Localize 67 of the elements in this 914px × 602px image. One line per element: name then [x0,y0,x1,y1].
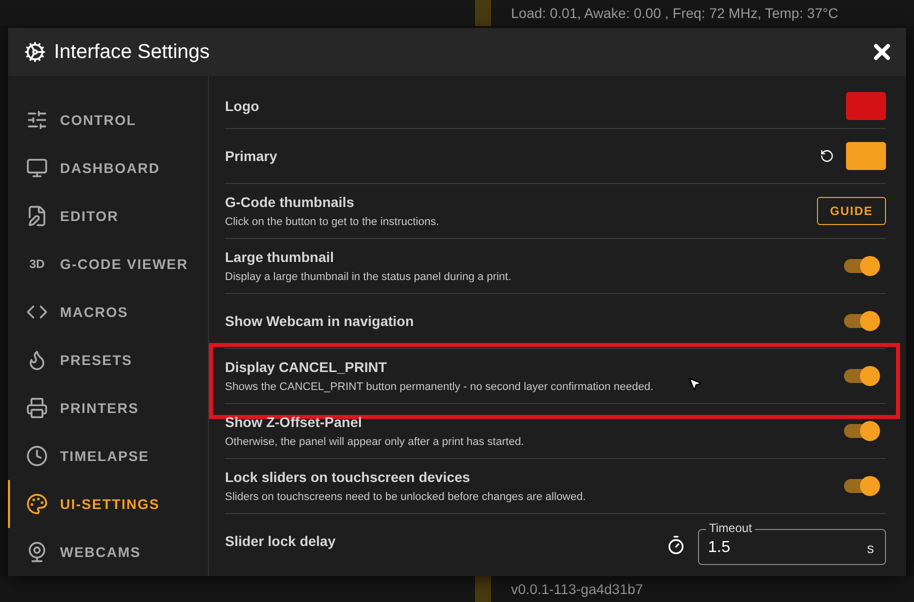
nav-icon [26,445,48,467]
toggle-switch[interactable] [844,424,880,438]
sidebar-item[interactable]: PRINTERS [8,384,208,432]
toggle-thumb[interactable] [860,256,880,276]
setting-title: Logo [225,98,260,114]
dialog-title: Interface Settings [54,40,211,64]
sidebar-label: WEBCAMS [60,544,141,560]
sidebar-item[interactable]: 3D G-CODE VIEWER [8,240,208,288]
sidebar-label: EDITOR [60,208,119,224]
sidebar-item[interactable]: DASHBOARD [8,144,208,192]
setting-title: Slider lock delay [225,533,336,549]
3d-icon: 3D [26,257,48,271]
toggle-switch[interactable] [844,259,880,273]
status-block [475,0,491,26]
sidebar-item[interactable]: EDITOR [8,192,208,240]
nav-icon [26,205,48,227]
status-text: Load: 0.01, Awake: 0.00 , Freq: 72 MHz, Temp: 37°C [511,5,838,21]
setting-description: Sliders on touchscreens need to be unlocked before changes are allowed. [225,491,586,503]
nav-icon [26,493,48,515]
setting-description: Display a large thumbnail in the status panel during a print. [225,271,512,283]
nav-icon [26,109,48,131]
status-block [475,576,491,602]
sidebar-label: G-CODE VIEWER [60,256,188,272]
sidebar-label: PRINTERS [60,400,139,416]
setting-description: Shows the CANCEL_PRINT button permanently - no second layer confirmation needed. [225,381,654,393]
field-label: Timeout [706,521,755,535]
reset-icon[interactable] [820,149,834,163]
field-suffix: s [867,540,874,556]
sidebar-label: CONTROL [60,112,136,128]
setting-title: Show Z-Offset-Panel [225,414,362,430]
sidebar-item[interactable]: WEBCAMS [8,528,208,576]
timer-icon [666,535,686,555]
toggle-switch[interactable] [844,314,880,328]
guide-button[interactable]: GUIDE [816,197,886,225]
sidebar-label: TIMELAPSE [60,448,150,464]
sidebar-label: DASHBOARD [60,160,160,176]
sidebar-item[interactable]: UI-SETTINGS [8,480,208,528]
setting-title: Display CANCEL_PRINT [225,359,387,375]
nav-icon [26,397,48,419]
toggle-thumb[interactable] [860,476,880,496]
sidebar-item[interactable]: TIMELAPSE [8,432,208,480]
nav-icon [26,157,48,179]
sidebar-label: UI-SETTINGS [60,496,160,512]
color-swatch[interactable] [846,92,886,120]
toggle-thumb[interactable] [860,311,880,331]
sidebar-item[interactable]: MACROS [8,288,208,336]
setting-title: G-Code thumbnails [225,194,354,210]
setting-title: Primary [225,148,278,164]
setting-description: Otherwise, the panel will appear only after a print has started. [225,436,524,448]
timeout-field[interactable]: Timeout 1.5 s [698,521,886,565]
version-text: v0.0.1-113-ga4d31b7 [511,581,644,597]
toggle-thumb[interactable] [860,421,880,441]
sidebar-label: MACROS [60,304,128,320]
setting-description: Click on the button to get to the instructions. [225,216,440,228]
toggle-thumb[interactable] [860,366,880,386]
toggle-switch[interactable] [844,479,880,493]
setting-title: Large thumbnail [225,249,334,265]
toggle-switch[interactable] [844,369,880,383]
sidebar-label: PRESETS [60,352,132,368]
setting-title: Show Webcam in navigation [225,313,414,329]
color-swatch[interactable] [846,142,886,170]
sidebar-item[interactable]: PRESETS [8,336,208,384]
cursor-icon [687,376,703,392]
nav-icon [26,541,48,563]
sidebar-item[interactable]: CONTROL [8,96,208,144]
field-value: 1.5 [708,539,730,557]
setting-title: Lock sliders on touchscreen devices [225,469,470,485]
